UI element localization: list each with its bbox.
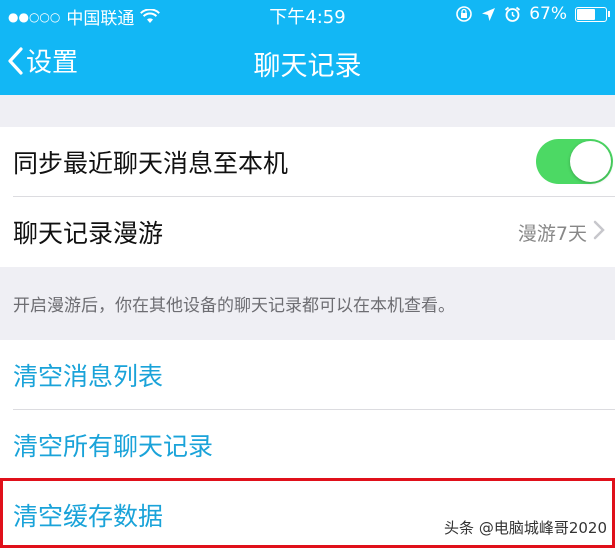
status-bar: ●●○○○ 中国联通 下午4:59 67% <box>0 0 615 29</box>
chat-settings-group: 同步最近聊天消息至本机 聊天记录漫游 漫游7天 <box>0 127 615 267</box>
status-right: 67% <box>455 4 610 24</box>
roaming-note: 开启漫游后，你在其他设备的聊天记录都可以在本机查看。 <box>13 295 455 316</box>
sync-messages-toggle[interactable] <box>536 139 613 184</box>
battery-percent: 67% <box>529 4 567 24</box>
location-arrow-icon <box>482 7 496 21</box>
page-title: 聊天记录 <box>253 51 362 82</box>
navigation-bar: 设置 聊天记录 <box>0 28 615 95</box>
alarm-clock-icon <box>505 6 521 22</box>
chat-roaming-row[interactable]: 聊天记录漫游 漫游7天 <box>0 197 615 267</box>
watermark-text: 头条 @电脑城峰哥2020 <box>444 519 607 537</box>
sync-messages-label: 同步最近聊天消息至本机 <box>13 149 289 178</box>
clear-cache-button[interactable]: 清空缓存数据 <box>0 480 615 550</box>
chat-roaming-label: 聊天记录漫游 <box>13 219 164 248</box>
battery-level-fill <box>577 8 596 20</box>
toggle-knob <box>570 141 611 182</box>
chat-roaming-value: 漫游7天 <box>517 223 587 245</box>
battery-icon <box>575 6 610 22</box>
clear-all-chat-history-button[interactable]: 清空所有聊天记录 <box>0 410 615 480</box>
chevron-right-icon <box>593 220 605 240</box>
sync-messages-row: 同步最近聊天消息至本机 <box>0 127 615 197</box>
orientation-lock-icon <box>456 6 473 22</box>
clear-message-list-button[interactable]: 清空消息列表 <box>0 340 615 410</box>
